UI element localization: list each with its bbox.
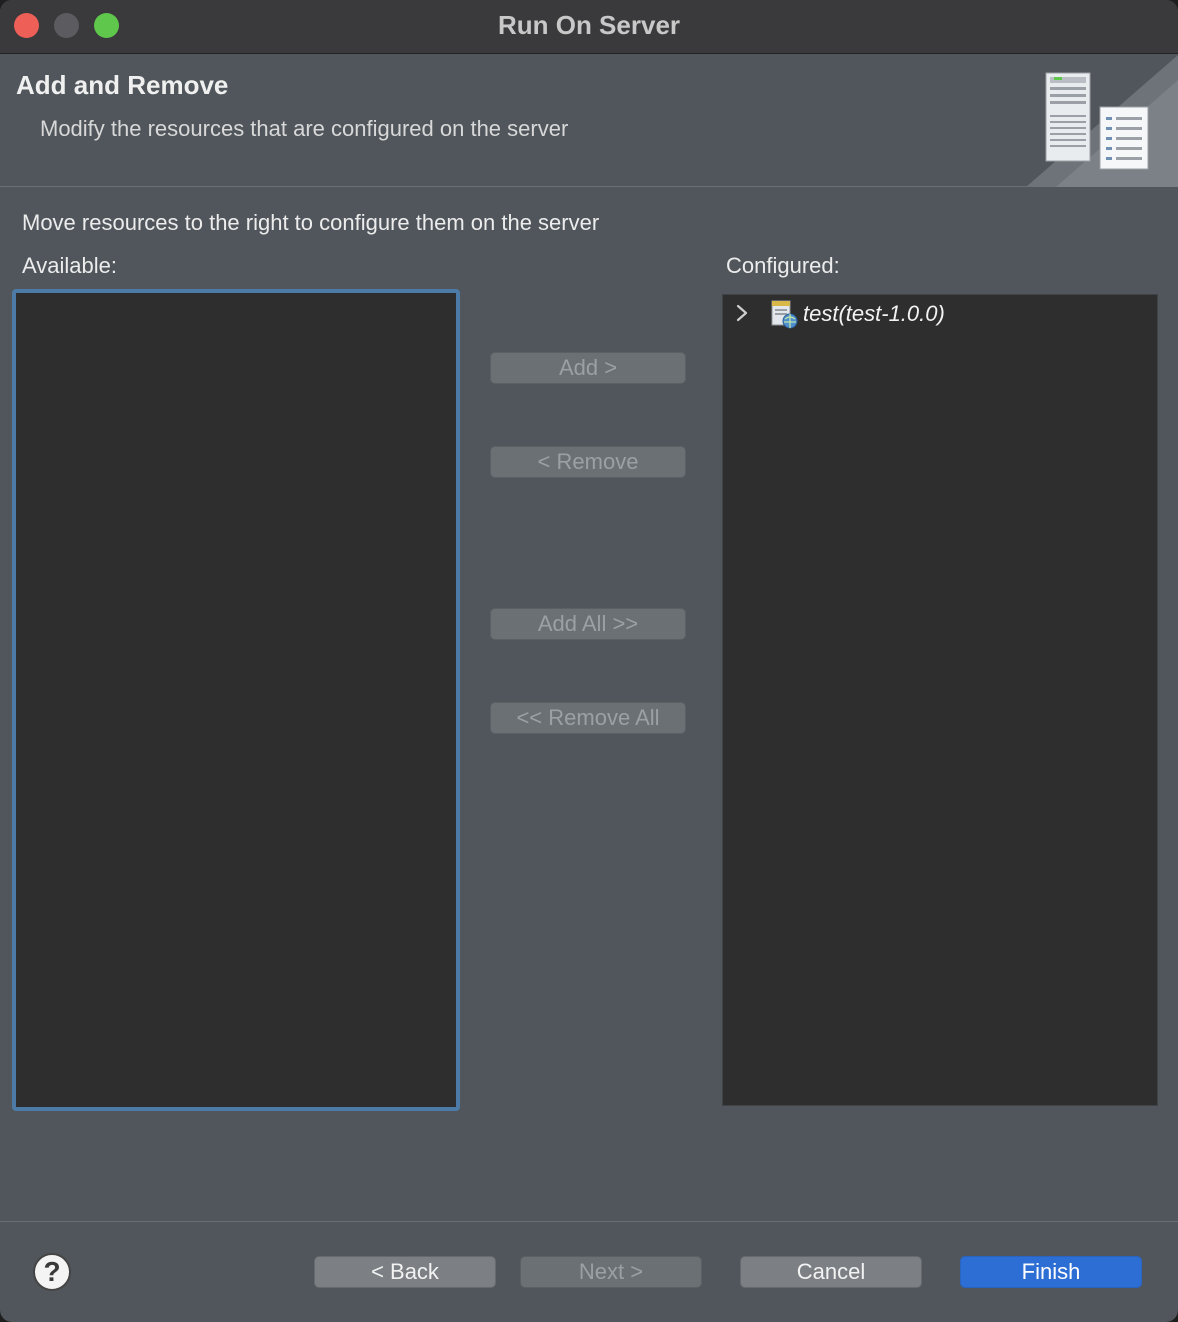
configured-label: Configured:	[726, 253, 840, 278]
remove-all-button[interactable]: << Remove All	[490, 702, 686, 734]
page-title: Add and Remove	[16, 70, 229, 100]
back-button[interactable]: < Back	[314, 1256, 496, 1288]
page-description: Modify the resources that are configured…	[40, 116, 569, 141]
title-bar: Run On Server	[0, 0, 1178, 54]
remove-button[interactable]: < Remove	[490, 446, 686, 478]
tree-item[interactable]: test(test-1.0.0)	[733, 297, 1133, 331]
instruction-text: Move resources to the right to configure…	[22, 210, 600, 235]
web-module-icon	[771, 300, 798, 329]
add-button[interactable]: Add >	[490, 352, 686, 384]
wizard-banner: Add and Remove Modify the resources that…	[0, 55, 1178, 187]
next-button[interactable]: Next >	[520, 1256, 702, 1288]
window-title: Run On Server	[497, 10, 681, 40]
finish-button[interactable]: Finish	[960, 1256, 1142, 1288]
run-on-server-dialog: Run On Server Add and Remove Modify the …	[0, 0, 1178, 1322]
cancel-button[interactable]: Cancel	[740, 1256, 922, 1288]
configured-tree[interactable]: test(test-1.0.0)	[722, 294, 1158, 1106]
available-label: Available:	[22, 253, 117, 278]
server-wizard-icon	[1026, 55, 1178, 187]
tree-item-label: test(test-1.0.0)	[803, 301, 945, 326]
footer-divider	[0, 1221, 1178, 1222]
help-button[interactable]: ?	[33, 1253, 71, 1291]
available-list[interactable]	[12, 289, 460, 1111]
add-all-button[interactable]: Add All >>	[490, 608, 686, 640]
chevron-right-icon[interactable]	[733, 303, 751, 323]
